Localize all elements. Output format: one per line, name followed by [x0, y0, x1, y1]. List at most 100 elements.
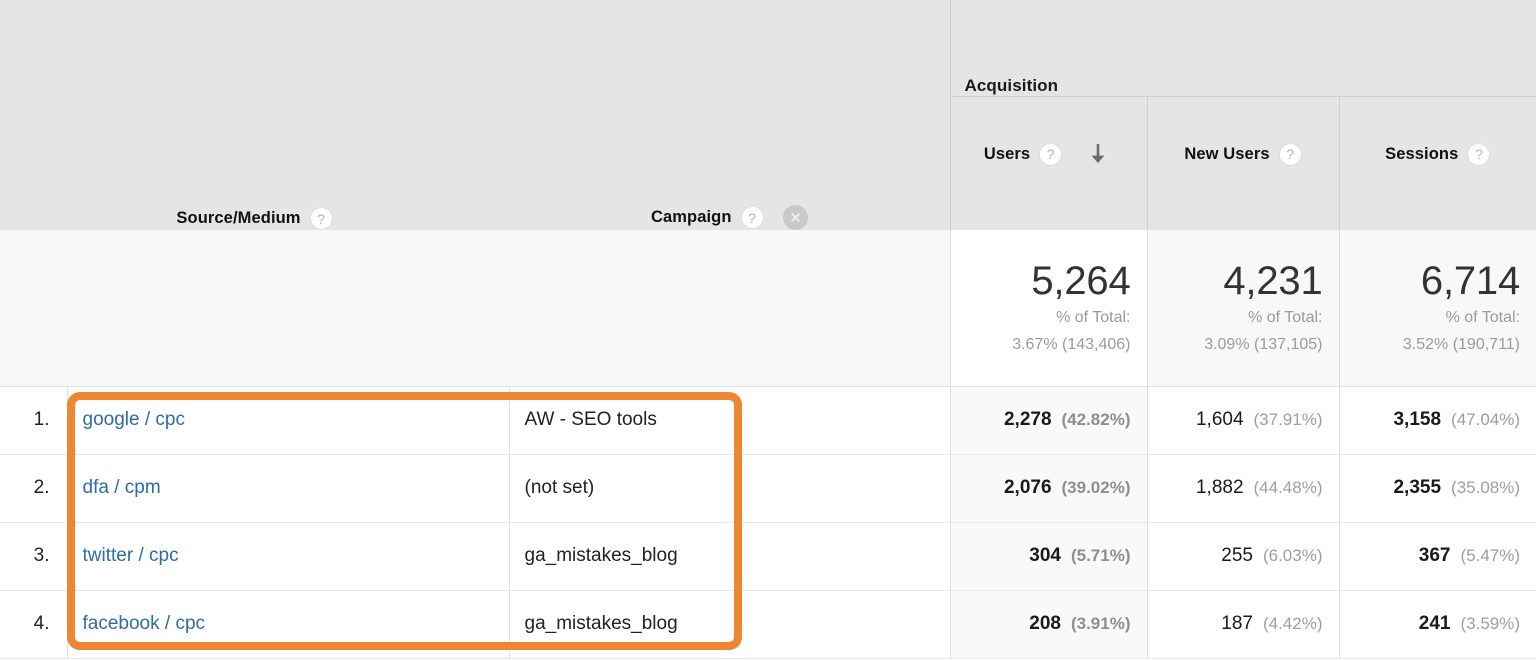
users-pct: (39.02%)	[1062, 478, 1131, 497]
users-value: 208	[1029, 613, 1061, 634]
campaign-cell: AW - SEO tools	[509, 386, 950, 454]
column-header-users[interactable]: Users ?	[950, 96, 1147, 230]
sessions-pct: (3.59%)	[1460, 614, 1520, 633]
totals-new-users-cell: 4,231 % of Total: 3.09% (137,105)	[1147, 230, 1339, 386]
help-icon[interactable]: ?	[1467, 143, 1490, 166]
source-medium-cell: dfa / cpm	[67, 454, 509, 522]
column-header-new-users[interactable]: New Users ?	[1147, 96, 1339, 230]
totals-new-users-value: 4,231	[1148, 260, 1323, 302]
users-value: 2,278	[1004, 409, 1052, 430]
column-header-sessions[interactable]: Sessions ?	[1339, 96, 1536, 230]
column-header-campaign[interactable]: Campaign ?	[509, 0, 950, 230]
row-index: 4.	[0, 590, 67, 658]
users-value: 304	[1029, 545, 1061, 566]
totals-blank-campaign	[509, 230, 950, 386]
totals-sessions-pct-label: % of Total:	[1340, 307, 1521, 329]
source-medium-label: Source/Medium	[176, 209, 300, 228]
acquisition-report-table: Source/Medium ? Campaign ?	[0, 0, 1536, 660]
help-icon[interactable]: ?	[1039, 143, 1062, 166]
totals-users-value: 5,264	[951, 260, 1131, 302]
sessions-value: 2,355	[1393, 477, 1441, 498]
row-index: 3.	[0, 522, 67, 590]
users-pct: (42.82%)	[1062, 410, 1131, 429]
column-header-source-medium[interactable]: Source/Medium ?	[0, 0, 509, 230]
help-icon[interactable]: ?	[310, 207, 333, 230]
users-value: 2,076	[1004, 477, 1052, 498]
new-users-header-content: New Users ?	[1148, 97, 1339, 231]
users-label: Users	[984, 145, 1030, 164]
sessions-cell: 241 (3.59%)	[1339, 590, 1536, 658]
totals-users-pct-label: % of Total:	[951, 307, 1131, 329]
new-users-value: 1,882	[1196, 477, 1244, 498]
source-medium-cell: facebook / cpc	[67, 590, 509, 658]
campaign-cell: (not set)	[509, 454, 950, 522]
campaign-label: Campaign	[651, 208, 732, 227]
sessions-pct: (35.08%)	[1451, 478, 1520, 497]
users-cell: 2,278 (42.82%)	[950, 386, 1147, 454]
header-group-row: Source/Medium ? Campaign ?	[0, 0, 1536, 96]
table-body: 5,264 % of Total: 3.67% (143,406) 4,231 …	[0, 230, 1536, 658]
users-cell: 304 (5.71%)	[950, 522, 1147, 590]
close-icon[interactable]	[783, 205, 808, 230]
sessions-value: 367	[1419, 545, 1451, 566]
new-users-pct: (6.03%)	[1263, 546, 1323, 565]
users-cell: 208 (3.91%)	[950, 590, 1147, 658]
source-medium-cell: twitter / cpc	[67, 522, 509, 590]
source-medium-link[interactable]: twitter / cpc	[83, 545, 179, 566]
new-users-cell: 255 (6.03%)	[1147, 522, 1339, 590]
help-icon[interactable]: ?	[1279, 143, 1302, 166]
new-users-value: 255	[1221, 545, 1253, 566]
acquisition-group-label: Acquisition	[951, 48, 1536, 96]
table-head: Source/Medium ? Campaign ?	[0, 0, 1536, 230]
campaign-cell: ga_mistakes_blog	[509, 522, 950, 590]
new-users-pct: (4.42%)	[1263, 614, 1323, 633]
sessions-value: 3,158	[1393, 409, 1441, 430]
table-row: 3. twitter / cpc ga_mistakes_blog 304 (5.…	[0, 522, 1536, 590]
sessions-header-content: Sessions ?	[1340, 97, 1536, 231]
sessions-cell: 2,355 (35.08%)	[1339, 454, 1536, 522]
arrow-down-icon[interactable]	[1087, 142, 1109, 166]
totals-new-users-pct-label: % of Total:	[1148, 307, 1323, 329]
source-medium-link[interactable]: dfa / cpm	[83, 477, 161, 498]
sessions-label: Sessions	[1385, 145, 1458, 164]
row-index: 2.	[0, 454, 67, 522]
source-medium-link[interactable]: google / cpc	[83, 409, 185, 430]
campaign-header-content: Campaign ?	[651, 205, 808, 230]
table-row: 2. dfa / cpm (not set) 2,076 (39.02%) 1,8…	[0, 454, 1536, 522]
totals-users-pct-detail: 3.67% (143,406)	[951, 334, 1131, 356]
totals-row: 5,264 % of Total: 3.67% (143,406) 4,231 …	[0, 230, 1536, 386]
new-users-label: New Users	[1184, 145, 1269, 164]
users-pct: (3.91%)	[1071, 614, 1131, 633]
row-index: 1.	[0, 386, 67, 454]
source-medium-header-content: Source/Medium ?	[176, 207, 332, 230]
new-users-value: 187	[1221, 613, 1253, 634]
totals-new-users-pct-detail: 3.09% (137,105)	[1148, 334, 1323, 356]
totals-users-cell: 5,264 % of Total: 3.67% (143,406)	[950, 230, 1147, 386]
campaign-cell: ga_mistakes_blog	[509, 590, 950, 658]
new-users-value: 1,604	[1196, 409, 1244, 430]
totals-sessions-value: 6,714	[1340, 260, 1521, 302]
totals-sessions-pct-detail: 3.52% (190,711)	[1340, 334, 1521, 356]
totals-blank-source	[0, 230, 509, 386]
sessions-cell: 367 (5.47%)	[1339, 522, 1536, 590]
new-users-cell: 1,882 (44.48%)	[1147, 454, 1339, 522]
sessions-pct: (47.04%)	[1451, 410, 1520, 429]
totals-sessions-cell: 6,714 % of Total: 3.52% (190,711)	[1339, 230, 1536, 386]
sessions-cell: 3,158 (47.04%)	[1339, 386, 1536, 454]
new-users-cell: 1,604 (37.91%)	[1147, 386, 1339, 454]
data-table: Source/Medium ? Campaign ?	[0, 0, 1536, 659]
source-medium-link[interactable]: facebook / cpc	[83, 613, 206, 634]
new-users-pct: (44.48%)	[1254, 478, 1323, 497]
users-header-content: Users ?	[951, 97, 1147, 231]
table-row: 4. facebook / cpc ga_mistakes_blog 208 (3…	[0, 590, 1536, 658]
users-pct: (5.71%)	[1071, 546, 1131, 565]
sessions-pct: (5.47%)	[1460, 546, 1520, 565]
sessions-value: 241	[1419, 613, 1451, 634]
source-medium-cell: google / cpc	[67, 386, 509, 454]
column-group-acquisition: Acquisition	[950, 0, 1536, 96]
new-users-pct: (37.91%)	[1254, 410, 1323, 429]
help-icon[interactable]: ?	[741, 206, 764, 229]
table-row: 1. google / cpc AW - SEO tools 2,278 (42.…	[0, 386, 1536, 454]
users-cell: 2,076 (39.02%)	[950, 454, 1147, 522]
new-users-cell: 187 (4.42%)	[1147, 590, 1339, 658]
